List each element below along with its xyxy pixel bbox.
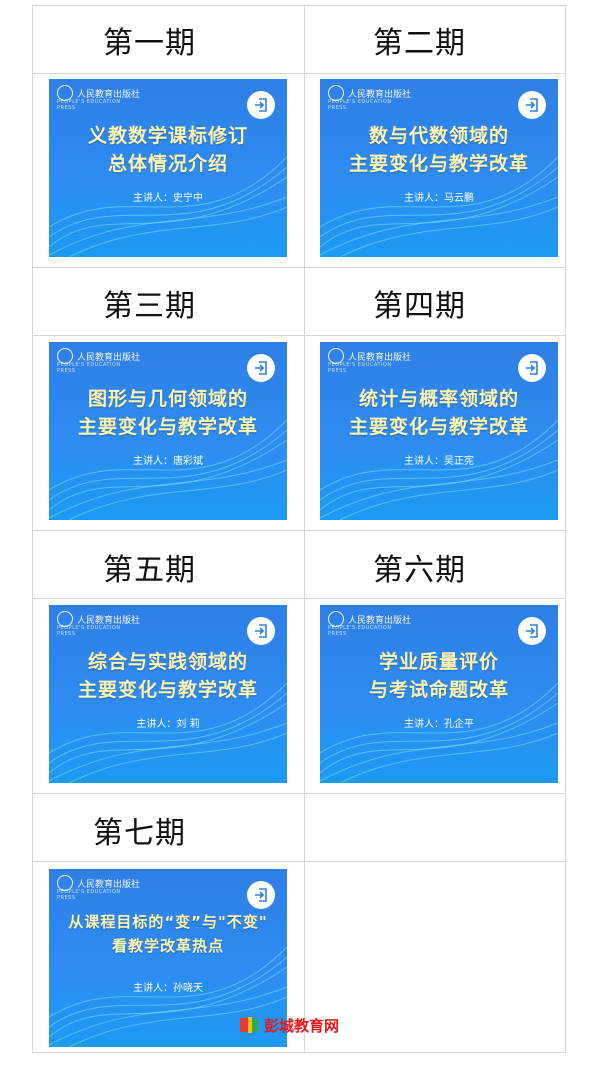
publisher-brand: 人民教育出版社 PEOPLE'S EDUCATION PRESS (328, 85, 411, 111)
enter-icon[interactable] (518, 617, 546, 645)
publisher-brand: 人民教育出版社 PEOPLE'S EDUCATION PRESS (328, 348, 411, 374)
decorative-waves (49, 682, 287, 783)
enter-icon[interactable] (247, 617, 275, 645)
decorative-waves (49, 156, 287, 257)
episode-label-7: 第七期 (93, 816, 186, 851)
episode-label-2: 第二期 (373, 26, 466, 61)
decorative-waves (49, 419, 287, 520)
episode-card-4[interactable]: 人民教育出版社 PEOPLE'S EDUCATION PRESS 统计与概率领域的… (320, 342, 558, 520)
episode-label-4: 第四期 (373, 289, 466, 324)
episode-card-3[interactable]: 人民教育出版社 PEOPLE'S EDUCATION PRESS 图形与几何领域的… (49, 342, 287, 520)
publisher-brand: 人民教育出版社 PEOPLE'S EDUCATION PRESS (57, 875, 140, 901)
episode-card-5[interactable]: 人民教育出版社 PEOPLE'S EDUCATION PRESS 综合与实践领域的… (49, 605, 287, 783)
row-divider (33, 335, 565, 336)
row-divider (33, 267, 565, 268)
watermark: 彭城教育网 (238, 1014, 339, 1036)
episode-label-5: 第五期 (103, 553, 196, 588)
row-divider (33, 530, 565, 531)
enter-icon[interactable] (518, 91, 546, 119)
episode-label-6: 第六期 (373, 553, 466, 588)
episode-card-1[interactable]: 人民教育出版社 PEOPLE'S EDUCATION PRESS 义教数学课标修订… (49, 79, 287, 257)
enter-icon[interactable] (518, 354, 546, 382)
episode-label-3: 第三期 (103, 289, 196, 324)
decorative-waves (320, 156, 558, 257)
enter-icon[interactable] (247, 881, 275, 909)
publisher-brand: 人民教育出版社 PEOPLE'S EDUCATION PRESS (57, 611, 140, 637)
watermark-text: 彭城教育网 (264, 1016, 340, 1035)
column-divider (304, 6, 305, 1052)
decorative-waves (320, 419, 558, 520)
row-divider (33, 793, 565, 794)
episode-card-6[interactable]: 人民教育出版社 PEOPLE'S EDUCATION PRESS 学业质量评价 与… (320, 605, 558, 783)
enter-icon[interactable] (247, 354, 275, 382)
row-divider (33, 73, 565, 74)
episode-label-1: 第一期 (103, 26, 196, 61)
row-divider (33, 861, 565, 862)
book-logo-icon (240, 1017, 258, 1033)
publisher-brand: 人民教育出版社 PEOPLE'S EDUCATION PRESS (328, 611, 411, 637)
publisher-brand: 人民教育出版社 PEOPLE'S EDUCATION PRESS (57, 85, 140, 111)
enter-icon[interactable] (247, 91, 275, 119)
row-divider (33, 598, 565, 599)
decorative-waves (320, 682, 558, 783)
publisher-brand: 人民教育出版社 PEOPLE'S EDUCATION PRESS (57, 348, 140, 374)
episode-card-2[interactable]: 人民教育出版社 PEOPLE'S EDUCATION PRESS 数与代数领域的 … (320, 79, 558, 257)
